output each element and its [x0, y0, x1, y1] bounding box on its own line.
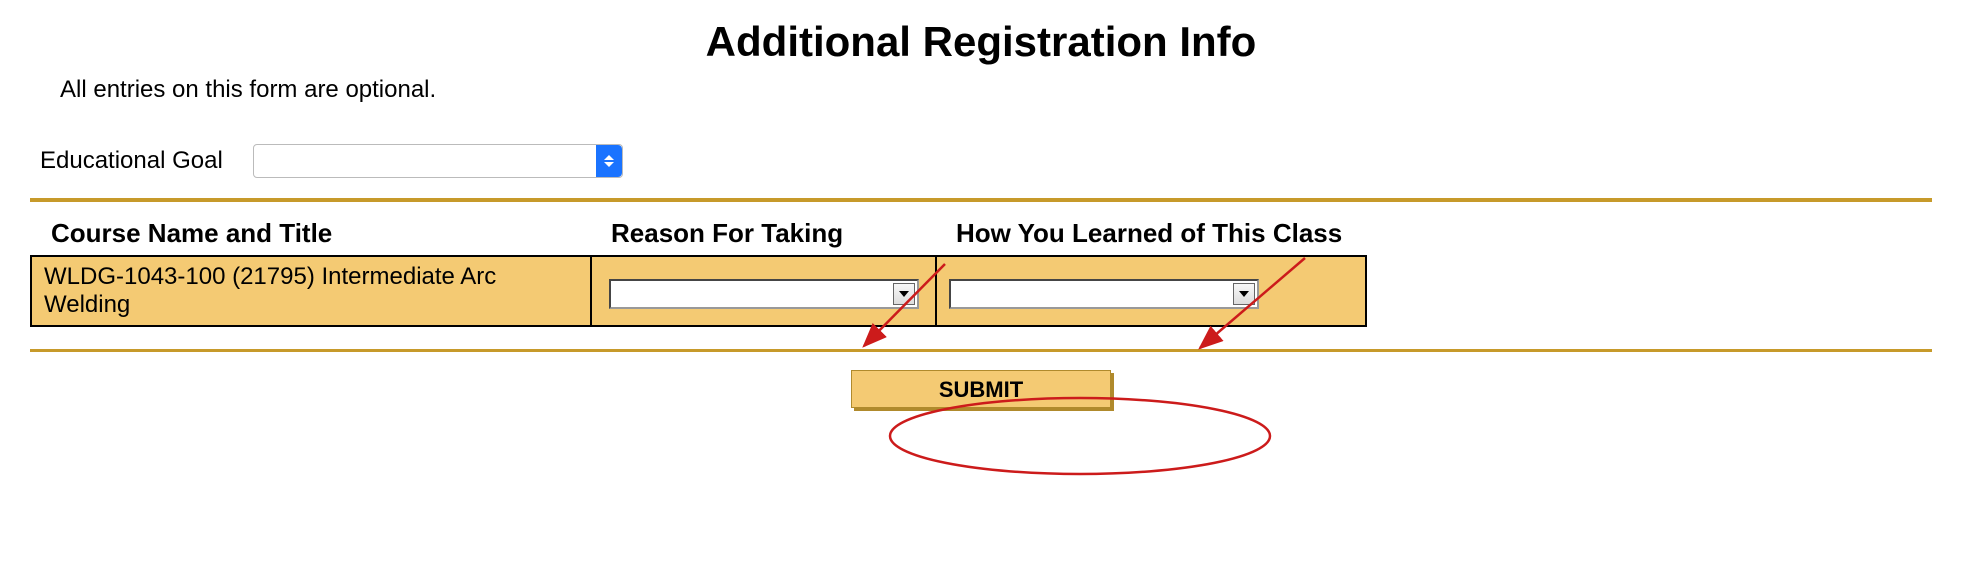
form-subtext: All entries on this form are optional. — [60, 76, 1962, 104]
col-header-learned: How You Learned of This Class — [936, 214, 1366, 256]
cell-course-title: WLDG-1043-100 (21795) Intermediate Arc W… — [31, 256, 591, 326]
divider — [30, 349, 1932, 352]
col-header-course: Course Name and Title — [31, 214, 591, 256]
reason-select[interactable] — [609, 279, 919, 309]
col-header-reason: Reason For Taking — [591, 214, 936, 256]
select-stepper-icon — [596, 145, 622, 177]
dropdown-button-icon — [893, 283, 915, 305]
page-title: Additional Registration Info — [0, 18, 1962, 66]
educational-goal-select[interactable] — [253, 144, 623, 178]
submit-button[interactable]: SUBMIT — [851, 370, 1111, 408]
course-table: Course Name and Title Reason For Taking … — [30, 214, 1367, 327]
educational-goal-label: Educational Goal — [40, 147, 223, 175]
dropdown-button-icon — [1233, 283, 1255, 305]
divider — [30, 198, 1932, 202]
table-row: WLDG-1043-100 (21795) Intermediate Arc W… — [31, 256, 1366, 326]
learned-select[interactable] — [949, 279, 1259, 309]
